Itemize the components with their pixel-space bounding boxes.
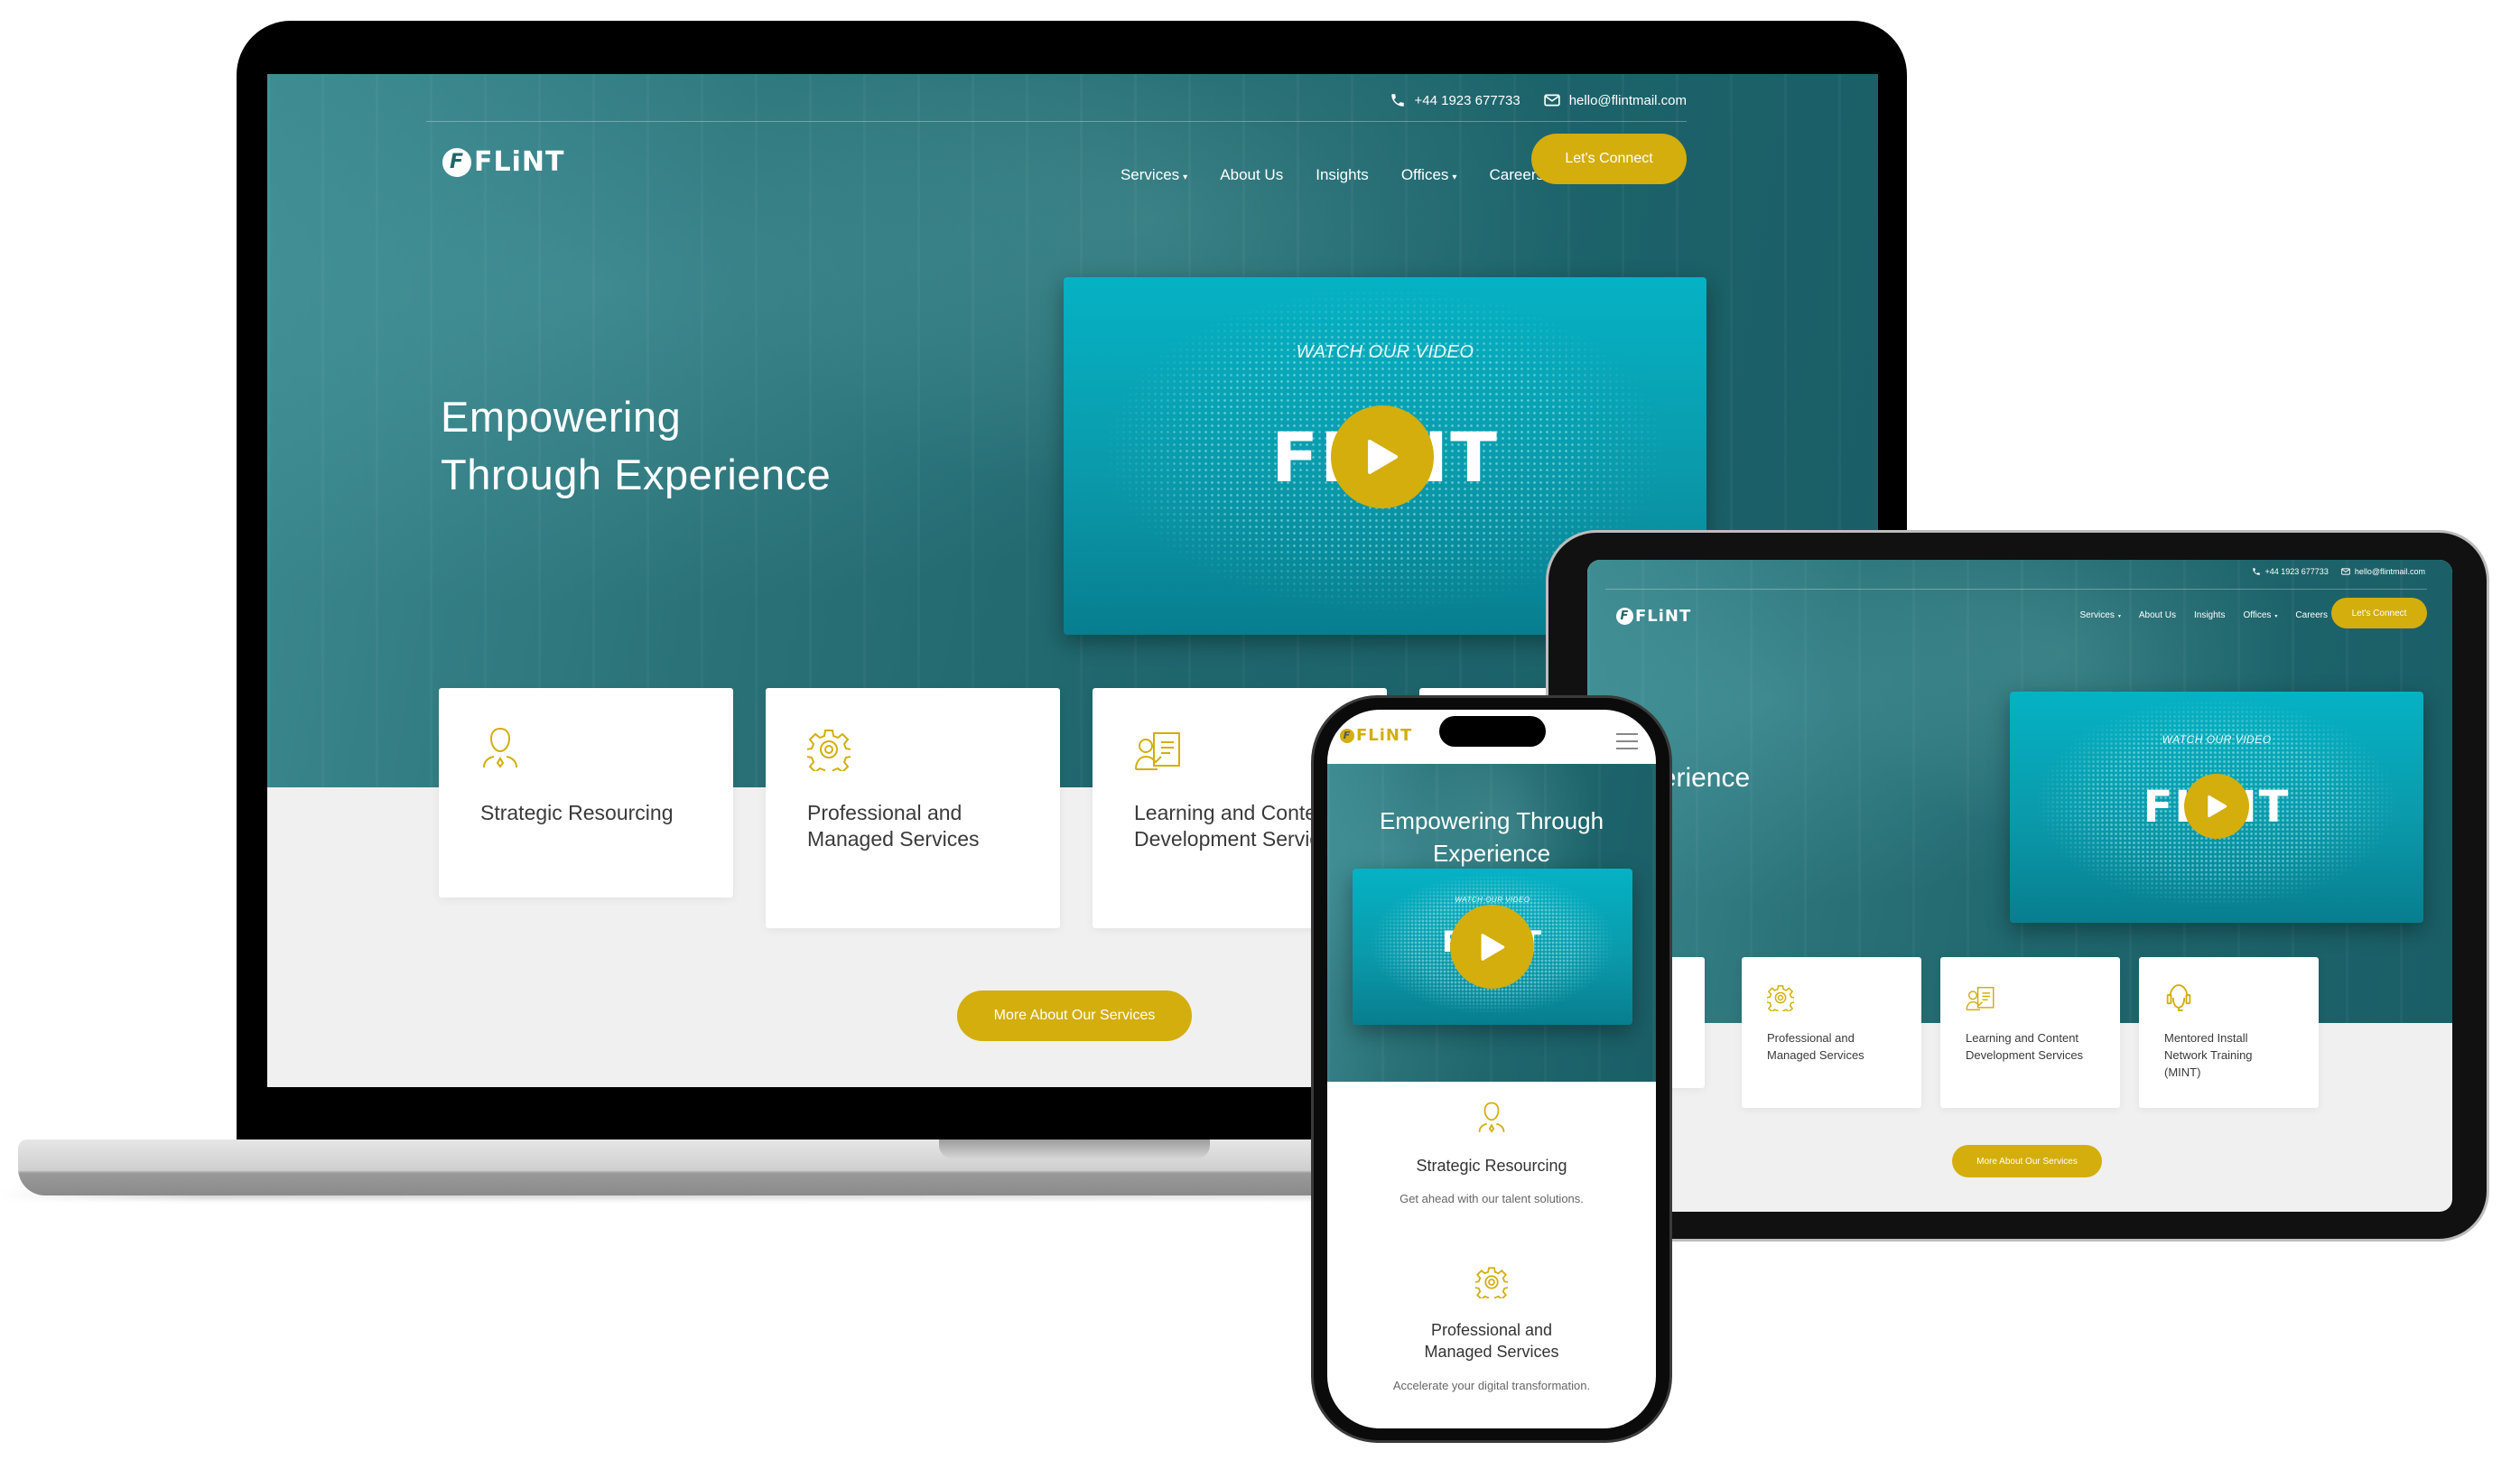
- gear-icon: [1767, 985, 1794, 1011]
- logo-mark-icon: F: [1340, 728, 1354, 743]
- headset-icon: [2166, 984, 2191, 1011]
- hero-title: Empowering Through Experience: [1379, 807, 1604, 867]
- service-title: Professional and Managed Services: [807, 801, 980, 851]
- envelope-icon: [2340, 568, 2350, 575]
- header-divider: [426, 121, 1687, 122]
- envelope-icon: [1544, 94, 1560, 107]
- service-title: Professional and Managed Services: [1424, 1321, 1559, 1361]
- header-divider: [1605, 589, 2427, 590]
- lets-connect-button[interactable]: Let's Connect: [2331, 598, 2427, 628]
- service-item[interactable]: Strategic Resourcing Get ahead with our …: [1327, 1100, 1656, 1205]
- person-icon: [1478, 1102, 1505, 1133]
- service-title: Strategic Resourcing: [1416, 1157, 1567, 1175]
- nav-about-us[interactable]: About Us: [2139, 610, 2176, 620]
- video-play-button[interactable]: [2184, 774, 2249, 839]
- chevron-down-icon: ▾: [1452, 172, 1457, 182]
- contact-email-link[interactable]: hello@flintmail.com: [1569, 93, 1687, 108]
- contact-phone-link[interactable]: +44 1923 677733: [2265, 567, 2329, 576]
- video-label: WATCH OUR VIDEO: [2162, 733, 2272, 746]
- contact-email-link[interactable]: hello@flintmail.com: [2355, 567, 2425, 576]
- logo-wordmark: FLiNT: [1635, 607, 1692, 626]
- service-card[interactable]: Mentored Install Network Training (MINT): [2139, 957, 2319, 1108]
- contact-bar: +44 1923 677733 hello@flintmail.com: [2252, 567, 2425, 576]
- logo-wordmark: FLiNT: [474, 146, 565, 178]
- tablet-screen: +44 1923 677733 hello@flintmail.com F FL…: [1587, 560, 2452, 1212]
- more-about-services-button[interactable]: More About Our Services: [957, 991, 1192, 1041]
- service-card[interactable]: Learning and Content Development Services: [1940, 957, 2120, 1108]
- nav-services[interactable]: Services ▾: [1121, 166, 1187, 184]
- service-title: Mentored Install Network Training (MINT): [2164, 1031, 2253, 1079]
- chevron-down-icon: ▾: [1183, 172, 1188, 182]
- video-thumbnail[interactable]: WATCH OUR VIDEO FLiNT: [1353, 869, 1632, 1025]
- service-card[interactable]: Professional and Managed Services: [766, 688, 1060, 928]
- nav-insights[interactable]: Insights: [1316, 166, 1369, 184]
- video-label: WATCH OUR VIDEO: [1296, 342, 1474, 362]
- laptop-hinge-notch: [939, 1139, 1210, 1159]
- main-nav: Services ▾ About Us Insights Offices ▾ Car…: [1121, 166, 1544, 184]
- video-thumbnail[interactable]: WATCH OUR VIDEO FLiNT: [2010, 692, 2423, 923]
- phone-icon: [2252, 568, 2260, 575]
- contact-bar: +44 1923 677733 hello@flintmail.com: [1390, 92, 1687, 108]
- more-about-services-button[interactable]: More About Our Services: [1952, 1145, 2102, 1177]
- service-card[interactable]: Professional and Managed Services: [1742, 957, 1921, 1108]
- service-title: Learning and Content Development Services: [1966, 1031, 2084, 1062]
- nav-insights[interactable]: Insights: [2194, 610, 2225, 620]
- nav-services[interactable]: Services ▾: [2079, 610, 2120, 620]
- gear-icon: [1475, 1267, 1508, 1298]
- presenter-icon: [1135, 732, 1180, 770]
- play-icon: [1481, 933, 1504, 961]
- video-play-button[interactable]: [1450, 905, 1534, 989]
- main-nav: Services ▾ About Us Insights Offices ▾ Car…: [2079, 610, 2328, 620]
- chevron-down-icon: ▾: [2274, 614, 2278, 619]
- site-logo[interactable]: F FLiNT: [1616, 607, 1691, 626]
- service-title: Professional and Managed Services: [1767, 1031, 1864, 1062]
- logo-mark-icon: F: [1616, 608, 1633, 625]
- phone-screen: F FLiNT Empowering Through Experience WA…: [1327, 710, 1656, 1428]
- phone-icon: [1390, 94, 1404, 107]
- hero-title: Empowering Through Experience: [441, 393, 832, 498]
- hamburger-menu-icon[interactable]: [1616, 733, 1638, 749]
- presenter-icon: [1966, 986, 1995, 1011]
- site-logo[interactable]: F FLiNT: [1340, 726, 1412, 745]
- gear-icon: [807, 730, 851, 771]
- service-title: Strategic Resourcing: [480, 801, 674, 824]
- service-item[interactable]: Professional and Managed Services Acceler…: [1327, 1266, 1656, 1392]
- nav-about-us[interactable]: About Us: [1220, 166, 1283, 184]
- logo-mark-icon: F: [442, 147, 471, 177]
- phone-dynamic-island: [1439, 716, 1546, 747]
- service-description: Accelerate your digital transformation.: [1392, 1379, 1591, 1392]
- nav-careers[interactable]: Careers: [2295, 610, 2328, 620]
- nav-offices[interactable]: Offices ▾: [2243, 610, 2277, 620]
- logo-wordmark: FLiNT: [1356, 726, 1413, 745]
- video-play-button[interactable]: [1331, 405, 1434, 508]
- chevron-down-icon: ▾: [2117, 614, 2121, 619]
- nav-offices[interactable]: Offices ▾: [1401, 166, 1457, 184]
- play-icon: [1368, 440, 1398, 474]
- contact-phone-link[interactable]: +44 1923 677733: [1415, 93, 1520, 108]
- lets-connect-button[interactable]: Let's Connect: [1531, 134, 1687, 184]
- play-icon: [2207, 795, 2227, 818]
- site-logo[interactable]: F FLiNT: [442, 146, 564, 178]
- video-label: WATCH OUR VIDEO: [1455, 896, 1530, 904]
- service-card[interactable]: Strategic Resourcing: [439, 688, 733, 898]
- person-icon: [483, 727, 517, 768]
- service-description: Get ahead with our talent solutions.: [1399, 1192, 1584, 1205]
